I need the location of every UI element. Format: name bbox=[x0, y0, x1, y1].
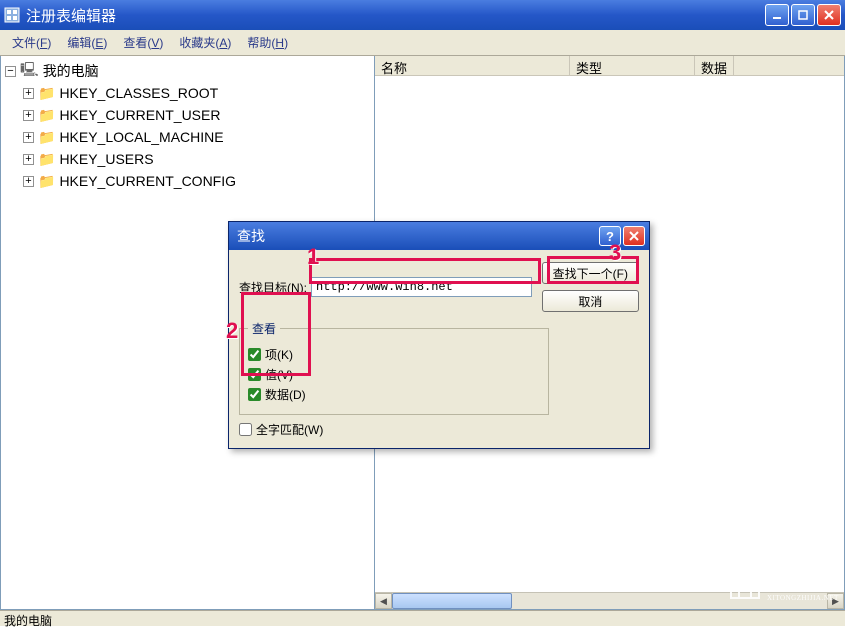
maximize-button[interactable] bbox=[791, 4, 815, 26]
scroll-left-button[interactable]: ◀ bbox=[375, 593, 392, 609]
find-target-label: 查找目标(N): bbox=[239, 279, 307, 296]
dialog-titlebar[interactable]: 查找 ? bbox=[229, 222, 649, 250]
watermark-sub: XITONGZHIJIA.NET bbox=[767, 594, 839, 602]
column-header-1[interactable]: 类型 bbox=[570, 56, 695, 75]
menu-item-a[interactable]: 收藏夹(A) bbox=[171, 31, 239, 54]
option-checkbox-0[interactable] bbox=[248, 348, 261, 361]
tree-label: HKEY_CURRENT_USER bbox=[59, 107, 220, 123]
folder-icon: 📁 bbox=[38, 85, 55, 102]
option-row-2: 数据(D) bbox=[248, 386, 540, 403]
option-label-0: 项(K) bbox=[265, 346, 293, 363]
tree-expander[interactable]: + bbox=[23, 132, 34, 143]
dialog-help-button[interactable]: ? bbox=[599, 226, 621, 246]
tree-label: HKEY_CLASSES_ROOT bbox=[59, 85, 218, 101]
tree-root-my-computer[interactable]: −🖳我的电脑 bbox=[5, 60, 370, 82]
match-whole-checkbox[interactable] bbox=[239, 423, 252, 436]
menu-item-f[interactable]: 文件(F) bbox=[4, 31, 59, 54]
menu-item-h[interactable]: 帮助(H) bbox=[239, 31, 296, 54]
menu-item-v[interactable]: 查看(V) bbox=[115, 31, 171, 54]
find-next-button[interactable]: 查找下一个(F) bbox=[542, 262, 639, 284]
tree-expander[interactable]: + bbox=[23, 110, 34, 121]
cancel-button[interactable]: 取消 bbox=[542, 290, 639, 312]
computer-icon: 🖳 bbox=[20, 59, 39, 83]
tree-label: HKEY_CURRENT_CONFIG bbox=[59, 173, 236, 189]
option-checkbox-1[interactable] bbox=[248, 368, 261, 381]
tree-label: HKEY_USERS bbox=[59, 151, 153, 167]
tree-label: 我的电脑 bbox=[43, 61, 99, 81]
house-icon bbox=[727, 570, 763, 600]
tree-label: HKEY_LOCAL_MACHINE bbox=[59, 129, 223, 145]
option-checkbox-2[interactable] bbox=[248, 388, 261, 401]
close-button[interactable] bbox=[817, 4, 841, 26]
list-header: 名称类型数据 bbox=[375, 56, 844, 76]
find-target-input[interactable] bbox=[311, 277, 532, 297]
annotation-2: 2 bbox=[226, 318, 238, 344]
folder-icon: 📁 bbox=[38, 173, 55, 190]
column-header-2[interactable]: 数据 bbox=[695, 56, 734, 75]
look-at-legend: 查看 bbox=[248, 320, 280, 337]
tree-hive-hkey_classes_root[interactable]: + 📁HKEY_CLASSES_ROOT bbox=[5, 82, 370, 104]
folder-icon: 📁 bbox=[38, 151, 55, 168]
option-row-1: 值(V) bbox=[248, 366, 540, 383]
option-label-1: 值(V) bbox=[265, 366, 293, 383]
tree-expander[interactable]: + bbox=[23, 176, 34, 187]
scroll-thumb[interactable] bbox=[392, 593, 512, 609]
option-label-2: 数据(D) bbox=[265, 386, 306, 403]
tree-hive-hkey_users[interactable]: + 📁HKEY_USERS bbox=[5, 148, 370, 170]
statusbar: 我的电脑 bbox=[0, 610, 845, 626]
column-header-0[interactable]: 名称 bbox=[375, 56, 570, 75]
dialog-close-button[interactable] bbox=[623, 226, 645, 246]
tree-expander[interactable]: + bbox=[23, 88, 34, 99]
regedit-icon bbox=[4, 7, 20, 23]
tree-hive-hkey_current_config[interactable]: + 📁HKEY_CURRENT_CONFIG bbox=[5, 170, 370, 192]
dialog-title: 查找 bbox=[233, 226, 597, 246]
match-whole-label: 全字匹配(W) bbox=[256, 421, 323, 438]
menubar: 文件(F)编辑(E)查看(V)收藏夹(A)帮助(H) bbox=[0, 30, 845, 56]
tree-hive-hkey_current_user[interactable]: + 📁HKEY_CURRENT_USER bbox=[5, 104, 370, 126]
tree-expander[interactable]: + bbox=[23, 154, 34, 165]
folder-icon: 📁 bbox=[38, 129, 55, 146]
folder-icon: 📁 bbox=[38, 107, 55, 124]
tree-hive-hkey_local_machine[interactable]: + 📁HKEY_LOCAL_MACHINE bbox=[5, 126, 370, 148]
minimize-button[interactable] bbox=[765, 4, 789, 26]
main-titlebar: 注册表编辑器 bbox=[0, 0, 845, 30]
watermark: 系统之家 XITONGZHIJIA.NET bbox=[727, 568, 839, 602]
look-at-group: 查看 项(K) 值(V) 数据(D) bbox=[239, 320, 549, 415]
main-title-text: 注册表编辑器 bbox=[26, 5, 765, 26]
menu-item-e[interactable]: 编辑(E) bbox=[59, 31, 115, 54]
option-row-0: 项(K) bbox=[248, 346, 540, 363]
tree-expander[interactable]: − bbox=[5, 66, 16, 77]
find-dialog: 查找 ? 查找目标(N): 查找下一个(F) 取消 查看 项(K) 值(V) 数据(… bbox=[228, 221, 650, 449]
watermark-text: 系统之家 bbox=[767, 568, 839, 594]
